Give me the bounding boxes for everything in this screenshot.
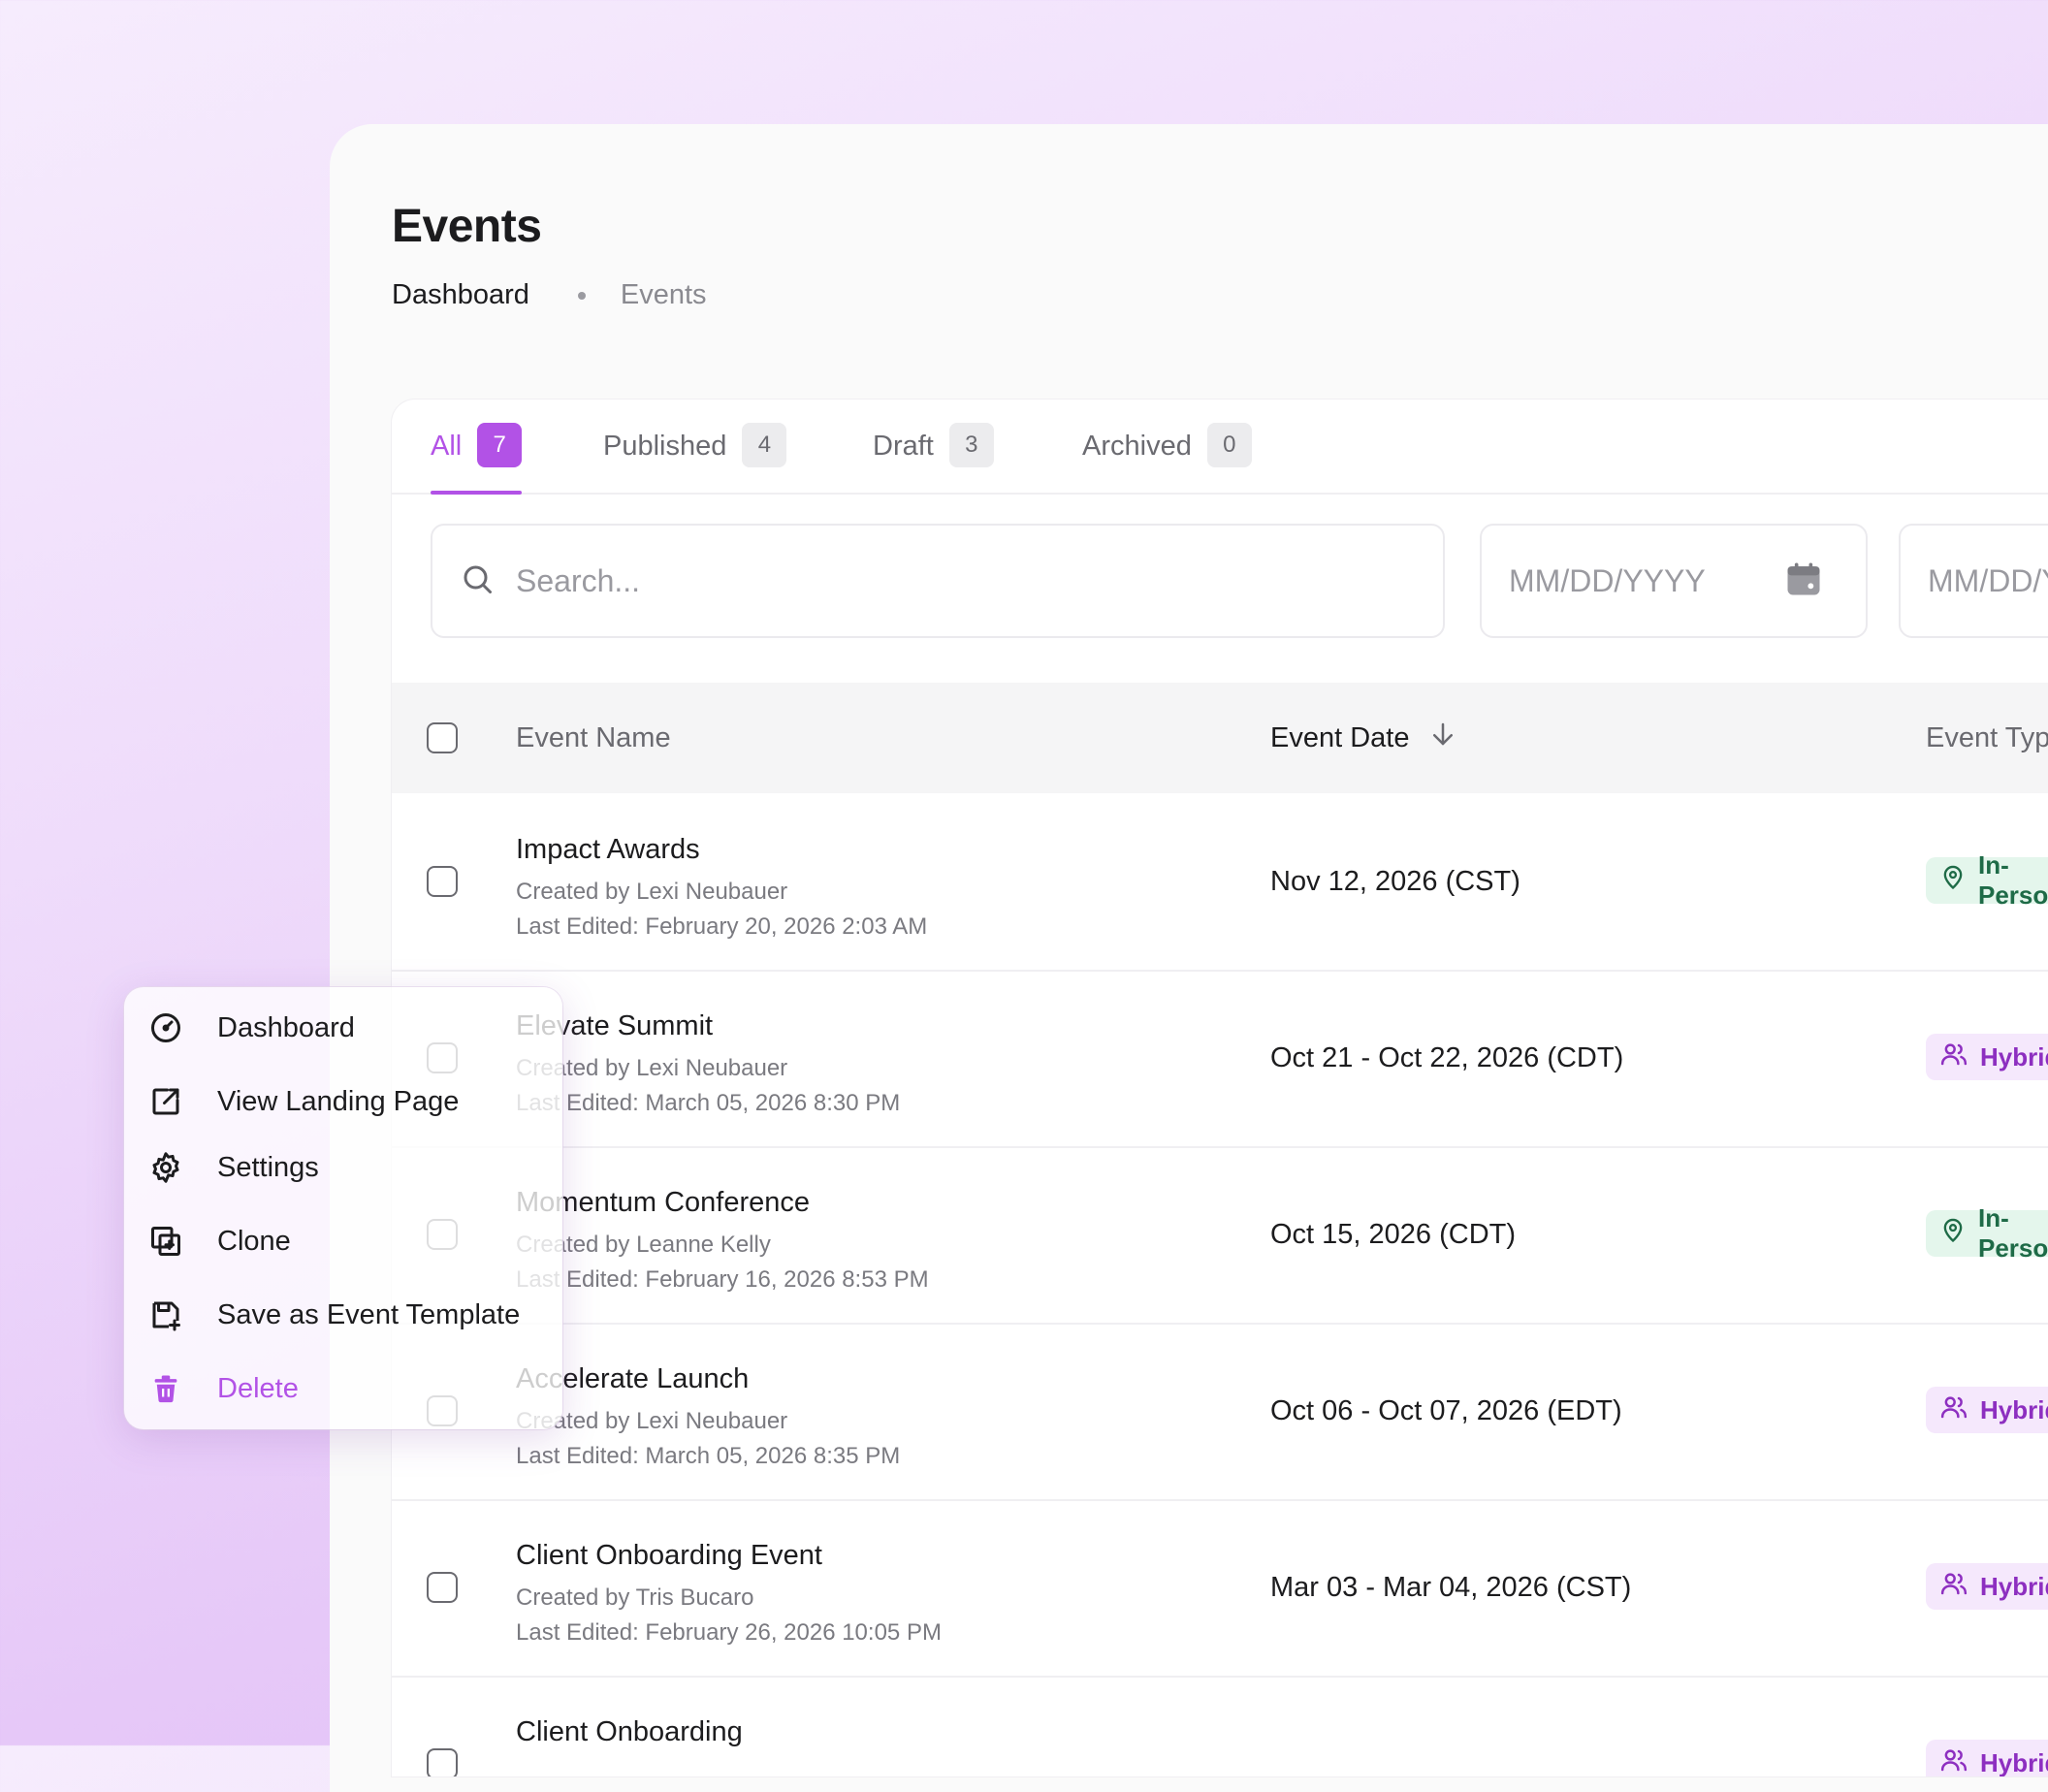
sort-descending-icon xyxy=(1428,720,1457,756)
menu-item-label: Save as Event Template xyxy=(217,1298,521,1330)
menu-item-label: View Landing Page xyxy=(217,1085,460,1117)
users-icon xyxy=(1939,1392,1968,1428)
table-row[interactable]: Elevate Summit Created by Lexi Neubauer … xyxy=(392,970,2048,1148)
event-date: Mar 03 - Mar 04, 2026 (CST) xyxy=(1270,1571,1632,1603)
event-date: Oct 21 - Oct 22, 2026 (CDT) xyxy=(1270,1041,1624,1073)
column-header-event-name[interactable]: Event Name xyxy=(516,683,671,793)
event-date: Nov 12, 2026 (CST) xyxy=(1270,865,1520,897)
table-row[interactable]: Impact Awards Created by Lexi Neubauer L… xyxy=(392,793,2048,972)
date-to-field xyxy=(1899,524,2048,638)
column-header-event-date[interactable]: Event Date xyxy=(1270,683,1457,793)
menu-item-label: Delete xyxy=(217,1372,299,1404)
select-all-checkbox[interactable] xyxy=(427,722,458,753)
tab-label: Draft xyxy=(873,431,934,462)
menu-item-clone[interactable]: Clone xyxy=(147,1212,291,1270)
save-template-icon xyxy=(147,1296,184,1333)
event-type-label: In-Person xyxy=(1978,1203,2048,1263)
breadcrumb-current: Events xyxy=(620,279,707,310)
location-pin-icon xyxy=(1939,864,1967,898)
date-from-input[interactable] xyxy=(1507,561,1782,600)
event-type-badge: In-Person xyxy=(1926,1203,2048,1263)
event-last-edited: Last Edited: February 16, 2026 8:53 PM xyxy=(516,1266,929,1293)
event-type-label: Hybrid xyxy=(1980,1571,2048,1601)
tab-count-badge: 3 xyxy=(948,423,994,467)
event-type-badge: Hybrid xyxy=(1926,1563,2048,1610)
table-row[interactable]: Client Onboarding Hybrid xyxy=(392,1676,2048,1776)
column-header-label: Event Date xyxy=(1270,721,1410,753)
tab-count-badge: 4 xyxy=(742,423,787,467)
event-last-edited: Last Edited: February 26, 2026 10:05 PM xyxy=(516,1619,942,1646)
table-header: Event Name Event Date Event Type xyxy=(392,683,2048,793)
column-header-event-type[interactable]: Event Type xyxy=(1926,683,2048,793)
row-checkbox[interactable] xyxy=(427,1572,458,1603)
gear-icon xyxy=(147,1149,184,1186)
external-link-icon xyxy=(147,1083,184,1120)
menu-item-dashboard[interactable]: Dashboard xyxy=(147,999,355,1057)
event-type-badge: Hybrid xyxy=(1926,1034,2048,1080)
tab-label: Published xyxy=(603,431,727,462)
column-header-label: Event Type xyxy=(1926,721,2048,753)
menu-item-label: Settings xyxy=(217,1151,319,1183)
menu-item-settings[interactable]: Settings xyxy=(147,1138,319,1197)
events-card: All 7 Published 4 Draft 3 Archived 0 E xyxy=(392,400,2048,1776)
breadcrumb-separator xyxy=(577,291,586,300)
row-checkbox[interactable] xyxy=(427,1748,458,1776)
event-creator: Created by Tris Bucaro xyxy=(516,1584,754,1611)
breadcrumb-dashboard-link[interactable]: Dashboard xyxy=(392,279,529,311)
event-name[interactable]: Client Onboarding xyxy=(516,1716,743,1748)
date-to-input[interactable] xyxy=(1926,561,2048,600)
tab-all[interactable]: All 7 xyxy=(431,423,523,495)
event-name[interactable]: Impact Awards xyxy=(516,834,700,866)
date-from-field xyxy=(1480,524,1868,638)
table-row[interactable]: Momentum Conference Created by Leanne Ke… xyxy=(392,1146,2048,1325)
search-icon xyxy=(460,561,495,601)
tab-label: Archived xyxy=(1082,431,1192,462)
clone-icon xyxy=(147,1223,184,1260)
trash-icon xyxy=(147,1370,184,1407)
event-last-edited: Last Edited: March 05, 2026 8:30 PM xyxy=(516,1090,901,1116)
event-date: Oct 06 - Oct 07, 2026 (EDT) xyxy=(1270,1394,1622,1426)
tab-label: All xyxy=(431,431,463,462)
menu-item-view-landing-page[interactable]: View Landing Page xyxy=(147,1072,459,1131)
users-icon xyxy=(1939,1569,1968,1605)
menu-item-label: Dashboard xyxy=(217,1011,355,1043)
event-creator: Created by Lexi Neubauer xyxy=(516,879,788,905)
page-title: Events xyxy=(392,201,542,252)
event-last-edited: Last Edited: March 05, 2026 8:35 PM xyxy=(516,1443,901,1469)
tab-draft[interactable]: Draft 3 xyxy=(873,423,994,491)
breadcrumb: Dashboard Events xyxy=(392,279,707,311)
event-date: Oct 15, 2026 (CDT) xyxy=(1270,1218,1517,1250)
search-box xyxy=(431,524,1445,638)
menu-item-delete[interactable]: Delete xyxy=(147,1360,299,1418)
event-type-badge: In-Person xyxy=(1926,850,2048,910)
event-type-label: Hybrid xyxy=(1980,1747,2048,1777)
status-tabs: All 7 Published 4 Draft 3 Archived 0 xyxy=(392,400,2048,495)
tab-published[interactable]: Published 4 xyxy=(603,423,787,491)
event-name[interactable]: Client Onboarding Event xyxy=(516,1540,822,1572)
calendar-icon[interactable] xyxy=(1782,558,1825,605)
event-type-label: Hybrid xyxy=(1980,1041,2048,1072)
tab-count-badge: 7 xyxy=(477,423,523,467)
dashboard-gauge-icon xyxy=(147,1009,184,1046)
menu-item-label: Clone xyxy=(217,1225,291,1257)
users-icon xyxy=(1939,1040,1968,1075)
table-row[interactable]: Client Onboarding Event Created by Tris … xyxy=(392,1499,2048,1678)
location-pin-icon xyxy=(1939,1217,1967,1251)
event-actions-menu: Dashboard View Landing Page Settings Clo… xyxy=(124,987,562,1429)
column-header-label: Event Name xyxy=(516,721,671,753)
tab-count-badge: 0 xyxy=(1206,423,1252,467)
row-checkbox[interactable] xyxy=(427,866,458,897)
table-row[interactable]: Accelerate Launch Created by Lexi Neubau… xyxy=(392,1323,2048,1501)
event-last-edited: Last Edited: February 20, 2026 2:03 AM xyxy=(516,913,928,940)
event-type-label: Hybrid xyxy=(1980,1394,2048,1424)
event-type-badge: Hybrid xyxy=(1926,1387,2048,1433)
event-type-label: In-Person xyxy=(1978,850,2048,910)
users-icon xyxy=(1939,1745,1968,1777)
search-input[interactable] xyxy=(514,561,1391,600)
tab-archived[interactable]: Archived 0 xyxy=(1082,423,1252,491)
menu-item-save-as-template[interactable]: Save as Event Template xyxy=(147,1286,520,1344)
